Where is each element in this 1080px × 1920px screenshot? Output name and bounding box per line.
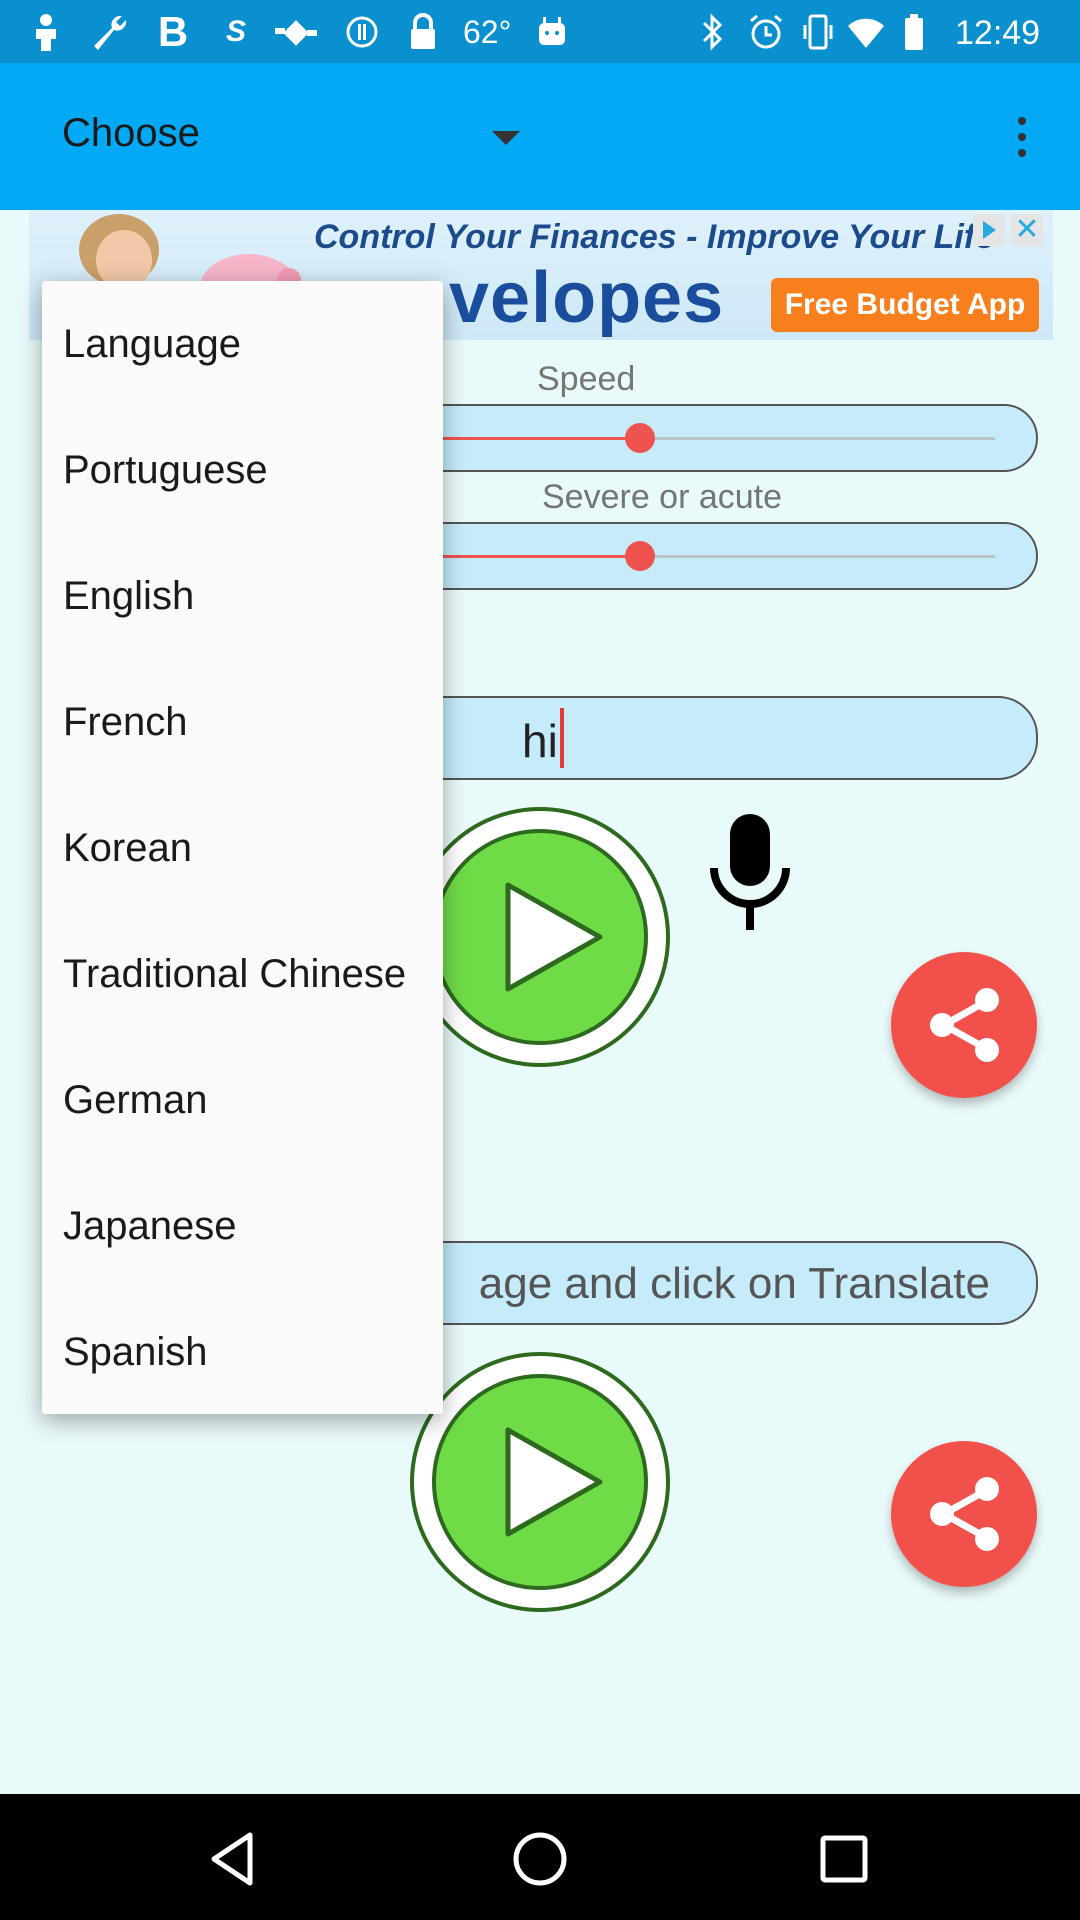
ad-brand: velopes xyxy=(449,258,725,338)
app-bar: Choose xyxy=(0,63,1080,210)
battery-icon xyxy=(900,12,928,52)
text-cursor xyxy=(560,708,564,768)
share-output-button[interactable] xyxy=(891,1441,1037,1587)
lock-icon xyxy=(406,12,440,52)
microphone-icon[interactable] xyxy=(706,812,794,932)
clock: 12:49 xyxy=(955,14,1041,52)
alarm-icon xyxy=(746,12,786,52)
input-text-field[interactable]: hi xyxy=(380,696,1038,780)
play-input-button[interactable] xyxy=(410,807,670,1067)
android-icon xyxy=(534,12,570,52)
share-input-button[interactable] xyxy=(891,952,1037,1098)
temperature: 62° xyxy=(463,14,512,50)
input-text: hi xyxy=(522,715,558,767)
ad-headline: Control Your Finances - Improve Your Lif… xyxy=(314,218,995,256)
output-text: age and click on Translate xyxy=(478,1259,990,1308)
play-icon xyxy=(410,807,670,1067)
pitch-slider[interactable] xyxy=(380,522,1038,590)
dropdown-item-japanese[interactable]: Japanese xyxy=(42,1163,443,1289)
wrench-icon xyxy=(86,12,130,52)
speed-slider-thumb[interactable] xyxy=(625,423,655,453)
ad-choices-icon[interactable] xyxy=(973,214,1005,246)
fake-gps-icon xyxy=(272,12,320,52)
speed-label: Speed xyxy=(537,360,636,398)
pitch-label: Severe or acute xyxy=(542,478,783,516)
status-bar: B S 62° 12:49 xyxy=(0,0,1080,63)
navigation-bar xyxy=(0,1794,1080,1920)
spinner-label: Choose xyxy=(62,111,200,155)
dropdown-item-spanish[interactable]: Spanish xyxy=(42,1289,443,1415)
dropdown-item-german[interactable]: German xyxy=(42,1037,443,1163)
bold-b-icon: B xyxy=(157,8,189,55)
ad-cta-button[interactable]: Free Budget App xyxy=(771,278,1039,332)
translation-output-field[interactable]: age and click on Translate xyxy=(380,1241,1038,1325)
person-icon xyxy=(30,12,62,52)
dropdown-item-korean[interactable]: Korean xyxy=(42,785,443,911)
back-icon[interactable] xyxy=(206,1829,266,1889)
dropdown-item-french[interactable]: French xyxy=(42,659,443,785)
dropdown-arrow-icon xyxy=(492,131,520,145)
home-icon[interactable] xyxy=(510,1829,570,1889)
wifi-icon xyxy=(846,12,886,52)
sync-icon: S xyxy=(225,15,246,48)
play-output-button[interactable] xyxy=(410,1352,670,1612)
bluetooth-icon xyxy=(694,12,730,52)
dropdown-item-language[interactable]: Language xyxy=(42,281,443,407)
share-icon xyxy=(930,1477,999,1551)
info-circle-icon xyxy=(344,12,380,52)
language-spinner[interactable]: Choose xyxy=(0,63,540,210)
more-vertical-icon[interactable] xyxy=(1010,117,1034,161)
speed-slider[interactable] xyxy=(380,404,1038,472)
recents-icon[interactable] xyxy=(814,1829,874,1889)
language-dropdown: Language Portuguese English French Korea… xyxy=(42,281,443,1414)
pitch-slider-thumb[interactable] xyxy=(625,541,655,571)
play-icon xyxy=(410,1352,670,1612)
vibrate-icon xyxy=(800,12,836,52)
share-icon xyxy=(930,988,999,1062)
ad-close-icon[interactable]: ✕ xyxy=(1011,214,1043,246)
dropdown-item-traditional-chinese[interactable]: Traditional Chinese xyxy=(42,911,443,1037)
dropdown-item-english[interactable]: English xyxy=(42,533,443,659)
dropdown-item-portuguese[interactable]: Portuguese xyxy=(42,407,443,533)
